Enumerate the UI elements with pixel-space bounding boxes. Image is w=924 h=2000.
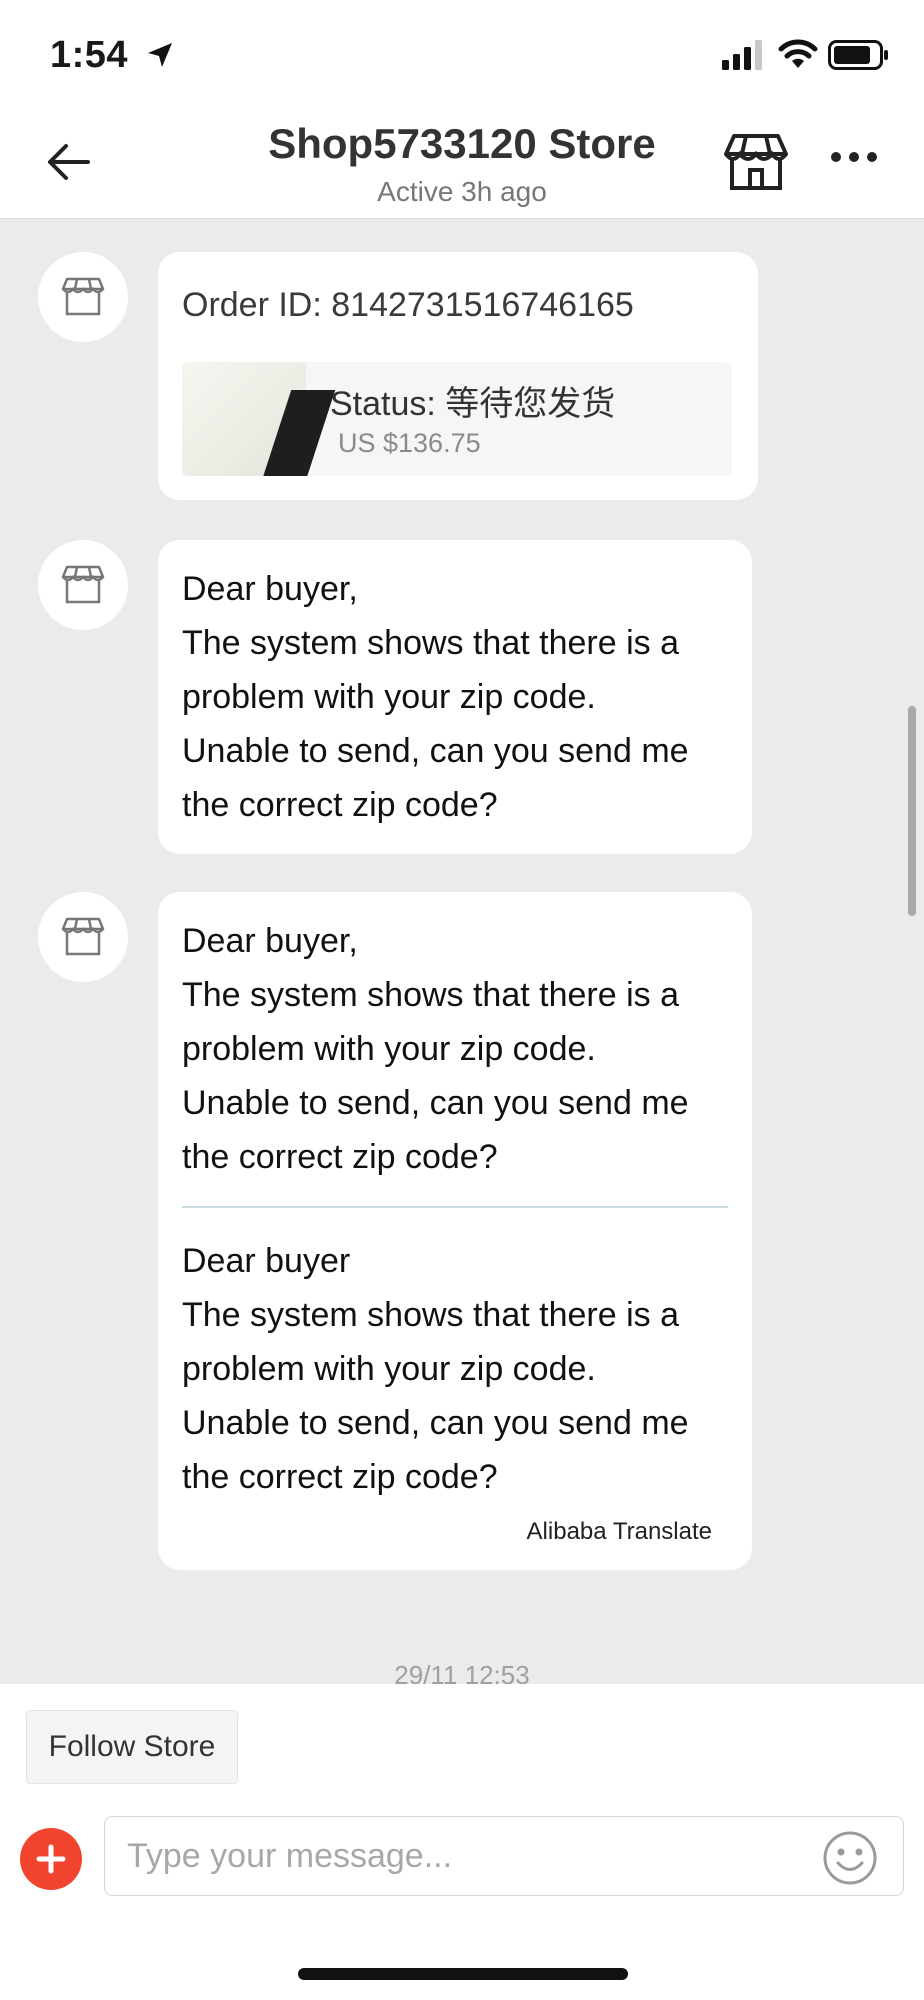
translation-divider	[182, 1206, 728, 1208]
order-card[interactable]: Status: 等待您发货 US $136.75	[182, 362, 732, 476]
store-icon[interactable]	[724, 132, 788, 192]
order-price: US $136.75	[338, 428, 481, 458]
message-translated-text: Dear buyer The system shows that there i…	[182, 1242, 689, 1496]
message-timestamp: 29/11 12:53	[394, 1660, 530, 1684]
message-text: Dear buyer, The system shows that there …	[182, 570, 689, 824]
store-avatar[interactable]	[38, 540, 128, 630]
message-input-placeholder: Type your message...	[127, 1836, 453, 1875]
order-status: Status: 等待您发货	[330, 385, 616, 423]
order-message-bubble[interactable]: Order ID: 8142731516746165 Status: 等待您发货…	[158, 252, 758, 500]
add-attachment-button[interactable]	[20, 1828, 82, 1890]
plus-icon	[36, 1844, 66, 1874]
translated-message-bubble[interactable]: Dear buyer, The system shows that there …	[158, 892, 752, 1570]
status-time: 1:54	[50, 34, 129, 76]
follow-store-button[interactable]: Follow Store	[26, 1710, 238, 1784]
battery-icon	[828, 40, 888, 70]
store-avatar-icon	[61, 565, 105, 604]
home-indicator[interactable]	[298, 1968, 628, 1980]
message-original-text: Dear buyer, The system shows that there …	[182, 922, 689, 1176]
chat-header: Shop5733120 Store Active 3h ago	[0, 110, 924, 219]
chat-scrollbar[interactable]	[908, 706, 916, 916]
store-avatar[interactable]	[38, 252, 128, 342]
location-arrow-icon	[148, 43, 172, 67]
more-icon[interactable]	[830, 150, 878, 164]
status-bar: 1:54	[0, 0, 924, 110]
order-product-thumbnail	[182, 362, 336, 476]
store-avatar-icon	[61, 917, 105, 956]
wifi-icon	[778, 39, 818, 68]
message-bubble[interactable]: Dear buyer, The system shows that there …	[158, 540, 752, 854]
order-id: Order ID: 8142731516746165	[182, 286, 634, 324]
translation-source-label: Alibaba Translate	[526, 1518, 712, 1545]
signal-icon	[722, 40, 762, 70]
emoji-icon[interactable]	[822, 1830, 878, 1886]
chat-messages[interactable]: Order ID: 8142731516746165 Status: 等待您发货…	[0, 218, 924, 1684]
store-avatar[interactable]	[38, 892, 128, 982]
chat-footer: Follow Store Type your message...	[0, 1684, 924, 2000]
store-avatar-icon	[61, 277, 105, 316]
message-input[interactable]: Type your message...	[104, 1816, 904, 1896]
